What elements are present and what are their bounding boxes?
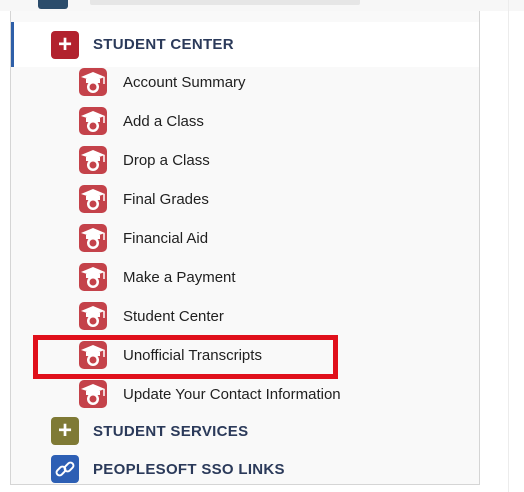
graduate-cap-icon	[79, 341, 107, 369]
menu-item-label: Drop a Class	[123, 151, 210, 169]
cropped-menu-row	[0, 0, 524, 11]
divider	[508, 0, 509, 492]
menu-item-label: Final Grades	[123, 190, 209, 208]
menu-item-make-a-payment[interactable]: Make a Payment	[78, 259, 236, 295]
menu-item-label: Student Center	[123, 307, 224, 325]
menu-item-financial-aid[interactable]: Financial Aid	[78, 220, 208, 256]
section-label: STUDENT CENTER	[93, 36, 234, 53]
menu-section-student-center[interactable]: + STUDENT CENTER	[11, 22, 479, 67]
graduate-cap-icon	[79, 263, 107, 291]
graduate-cap-icon	[79, 107, 107, 135]
plus-icon: +	[51, 30, 79, 59]
menu-section-student-services[interactable]: + STUDENT SERVICES	[11, 412, 479, 450]
graduate-cap-icon	[79, 224, 107, 252]
graduate-cap-icon	[79, 68, 107, 96]
graduate-cap-icon	[79, 380, 107, 408]
menu-item-final-grades[interactable]: Final Grades	[78, 181, 209, 217]
menu-section-peoplesoft-sso-links[interactable]: PEOPLESOFT SSO LINKS	[11, 450, 479, 488]
menu-item-label: Add a Class	[123, 112, 204, 130]
graduate-cap-icon	[79, 185, 107, 213]
menu-item-unofficial-transcripts[interactable]: Unofficial Transcripts	[78, 337, 262, 373]
link-icon	[51, 455, 79, 483]
menu-item-label: Update Your Contact Information	[123, 385, 341, 403]
graduate-cap-icon	[79, 146, 107, 174]
page: + STUDENT CENTER Account Summary Add a C…	[0, 0, 524, 492]
menu-item-drop-a-class[interactable]: Drop a Class	[78, 142, 210, 178]
graduate-cap-icon	[79, 302, 107, 330]
menu-item-update-contact-information[interactable]: Update Your Contact Information	[78, 376, 341, 412]
cropped-label	[90, 0, 360, 5]
section-label: STUDENT SERVICES	[93, 422, 249, 440]
menu-item-label: Account Summary	[123, 73, 246, 91]
active-indicator	[11, 22, 14, 67]
cropped-icon	[38, 0, 68, 9]
menu-item-student-center[interactable]: Student Center	[78, 298, 224, 334]
menu-item-account-summary[interactable]: Account Summary	[78, 64, 246, 100]
plus-icon: +	[51, 417, 79, 445]
section-label: PEOPLESOFT SSO LINKS	[93, 460, 285, 478]
menu-item-label: Make a Payment	[123, 268, 236, 286]
menu-item-label: Financial Aid	[123, 229, 209, 247]
menu-item-add-a-class[interactable]: Add a Class	[78, 103, 204, 139]
menu-item-label: Unofficial Transcripts	[123, 346, 262, 364]
chain-link-icon	[55, 461, 75, 477]
